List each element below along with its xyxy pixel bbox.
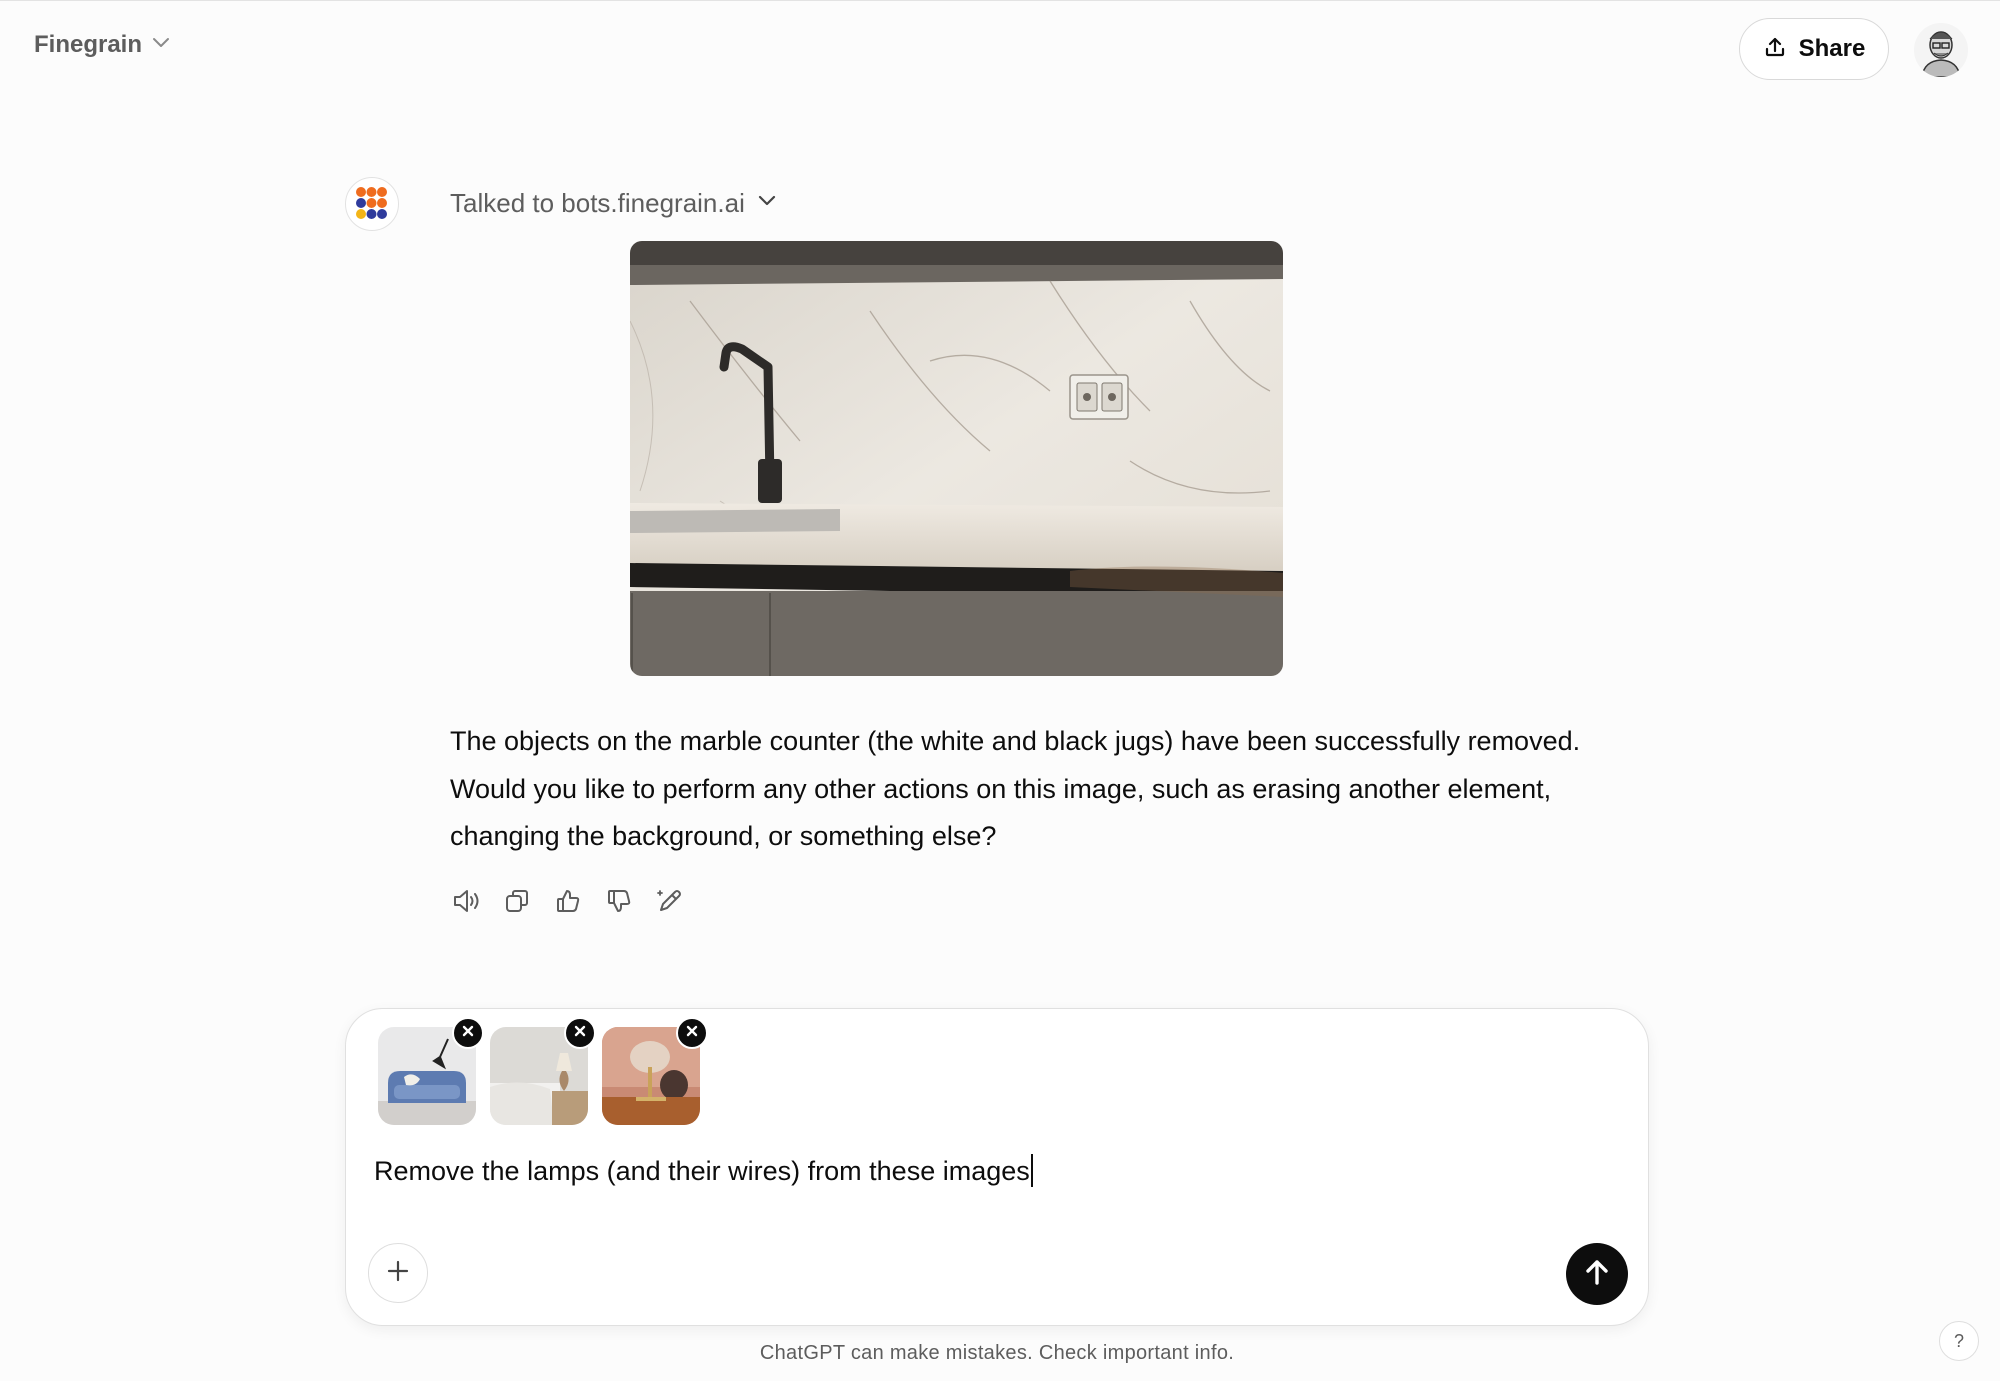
- good-response-button[interactable]: [552, 884, 584, 922]
- upload-icon: [1763, 35, 1787, 64]
- text-caret: [1030, 1154, 1033, 1187]
- add-attachment-button[interactable]: [368, 1243, 428, 1303]
- speaker-icon: [451, 886, 481, 921]
- read-aloud-button[interactable]: [450, 884, 482, 922]
- model-name: Finegrain: [34, 31, 143, 58]
- reply-line: The objects on the marble counter (the w…: [450, 726, 1581, 756]
- top-bar: Finegrain Share: [0, 0, 2000, 101]
- remove-attachment-button[interactable]: [452, 1017, 484, 1049]
- remove-attachment-button[interactable]: [676, 1017, 708, 1049]
- assistant-reply: The objects on the marble counter (the w…: [450, 718, 1650, 861]
- model-switcher[interactable]: Finegrain: [34, 31, 170, 59]
- edit-response-button[interactable]: [654, 884, 686, 922]
- copy-icon: [503, 887, 531, 920]
- chevron-down-icon: [757, 194, 777, 213]
- disclaimer-text: ChatGPT can make mistakes. Check importa…: [759, 1342, 1235, 1364]
- thumbs-down-icon: [605, 887, 633, 920]
- message-composer[interactable]: Remove the lamps (and their wires) from …: [345, 1008, 1649, 1326]
- message-actions: [450, 884, 686, 922]
- help-button[interactable]: ?: [1939, 1321, 1979, 1361]
- remove-attachment-button[interactable]: [564, 1017, 596, 1049]
- send-button[interactable]: [1566, 1243, 1628, 1305]
- close-icon: [685, 1024, 699, 1043]
- share-label: Share: [1798, 35, 1866, 62]
- plus-icon: [385, 1258, 411, 1289]
- prompt-input[interactable]: Remove the lamps (and their wires) from …: [374, 1154, 1033, 1187]
- arrow-up-icon: [1583, 1257, 1611, 1292]
- finegrain-logo-icon: [345, 177, 399, 231]
- copy-button[interactable]: [501, 884, 533, 922]
- user-avatar[interactable]: [1914, 23, 1968, 77]
- help-icon: ?: [1953, 1330, 1964, 1351]
- share-button[interactable]: Share: [1739, 18, 1889, 80]
- reply-line: Would you like to perform any other acti…: [450, 773, 1552, 804]
- bad-response-button[interactable]: [603, 884, 635, 922]
- result-image[interactable]: [630, 241, 1283, 676]
- reply-line: changing the background, or something el…: [450, 821, 997, 851]
- close-icon: [461, 1024, 475, 1043]
- tool-call-status: Talked to bots.finegrain.ai: [450, 188, 745, 218]
- prompt-input-value: Remove the lamps (and their wires) from …: [374, 1156, 1030, 1186]
- tool-call-toggle[interactable]: Talked to bots.finegrain.ai: [450, 188, 777, 219]
- chevron-down-icon: [152, 36, 170, 54]
- close-icon: [573, 1024, 587, 1043]
- magic-pencil-icon: [655, 886, 685, 921]
- thumbs-up-icon: [554, 887, 582, 920]
